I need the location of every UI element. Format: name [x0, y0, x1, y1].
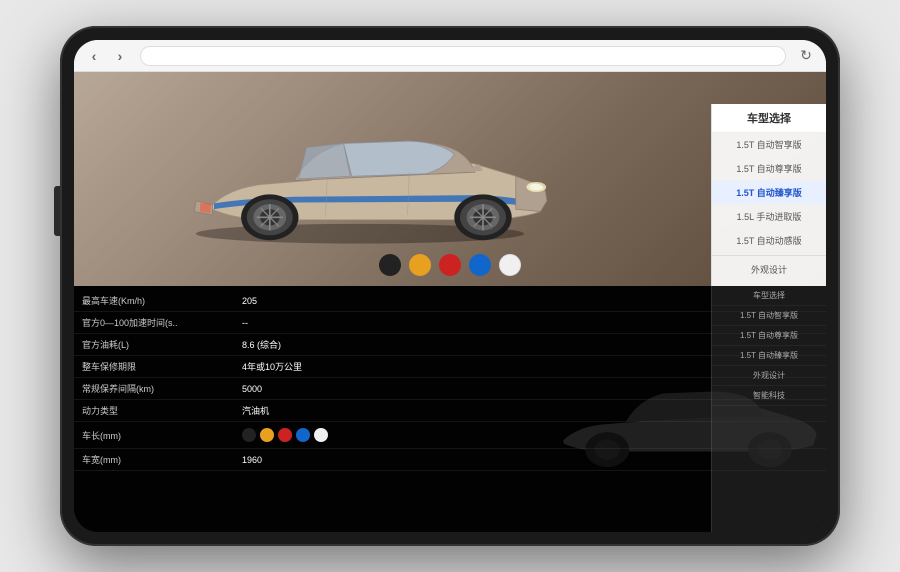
spec-label-3: 整车保修期限 — [74, 356, 234, 377]
bottom-panel-row-0[interactable]: 车型选择 — [712, 286, 826, 306]
car-display: 车型选择 1.5T 自动智享版 1.5T 自动尊享版 1.5T 自动臻享版 1.… — [74, 72, 826, 286]
model-item-4[interactable]: 1.5T 自动动感版 — [712, 229, 826, 253]
refresh-button[interactable]: ↻ — [796, 46, 816, 66]
bottom-panel-row-2[interactable]: 1.5T 自动尊享版 — [712, 326, 826, 346]
color-swatch-yellow[interactable] — [409, 254, 431, 276]
spec-swatch-red — [278, 428, 292, 442]
browser-chrome: ‹ › ↻ — [74, 40, 826, 72]
right-panel: 车型选择 1.5T 自动智享版 1.5T 自动尊享版 1.5T 自动臻享版 1.… — [711, 104, 826, 286]
spec-label-7: 车宽(mm) — [74, 449, 234, 470]
model-item-2[interactable]: 1.5T 自动臻享版 — [712, 181, 826, 205]
spec-swatch-yellow — [260, 428, 274, 442]
color-swatch-blue[interactable] — [469, 254, 491, 276]
panel-divider — [712, 255, 826, 256]
feature-item-0[interactable]: 外观设计 — [712, 258, 826, 282]
bottom-panel-row-1[interactable]: 1.5T 自动智享版 — [712, 306, 826, 326]
spec-swatch-white — [314, 428, 328, 442]
spec-label-4: 常规保养间隔(km) — [74, 378, 234, 399]
spec-label-2: 官方油耗(L) — [74, 334, 234, 355]
bottom-half: 最高车速(Km/h) 205 官方0—100加速时间(s.. -- 官方油耗(L… — [74, 286, 826, 532]
color-swatches — [379, 254, 521, 276]
color-swatch-white[interactable] — [499, 254, 521, 276]
bottom-panel-row-3[interactable]: 1.5T 自动臻享版 — [712, 346, 826, 366]
spec-label-1: 官方0—100加速时间(s.. — [74, 312, 234, 333]
forward-button[interactable]: › — [110, 46, 130, 66]
browser-half: ‹ › ↻ — [74, 40, 826, 286]
car-image — [94, 82, 626, 246]
model-item-1[interactable]: 1.5T 自动尊享版 — [712, 157, 826, 181]
bottom-panel-row-5[interactable]: 智能科技 — [712, 386, 826, 406]
specs-table: 最高车速(Km/h) 205 官方0—100加速时间(s.. -- 官方油耗(L… — [74, 286, 826, 532]
side-button[interactable] — [54, 186, 60, 236]
color-swatch-black[interactable] — [379, 254, 401, 276]
bottom-right-panel: 车型选择 1.5T 自动智享版 1.5T 自动尊享版 1.5T 自动臻享版 外观… — [711, 286, 826, 532]
screen: ‹ › ↻ — [74, 40, 826, 532]
panel-section-header: 车型选择 — [712, 104, 826, 133]
model-item-0[interactable]: 1.5T 自动智享版 — [712, 133, 826, 157]
phone-shell: ‹ › ↻ — [60, 26, 840, 546]
spec-swatch-blue — [296, 428, 310, 442]
model-item-3[interactable]: 1.5L 手动进取版 — [712, 205, 826, 229]
spec-swatch-black — [242, 428, 256, 442]
phone-wrapper: ‹ › ↻ — [60, 26, 840, 546]
address-bar[interactable] — [140, 46, 786, 66]
car-svg — [94, 82, 626, 246]
color-swatch-red[interactable] — [439, 254, 461, 276]
spec-label-0: 最高车速(Km/h) — [74, 290, 234, 311]
back-button[interactable]: ‹ — [84, 46, 104, 66]
spec-label-5: 动力类型 — [74, 400, 234, 421]
bottom-panel-row-4[interactable]: 外观设计 — [712, 366, 826, 386]
spec-label-6: 车长(mm) — [74, 425, 234, 446]
